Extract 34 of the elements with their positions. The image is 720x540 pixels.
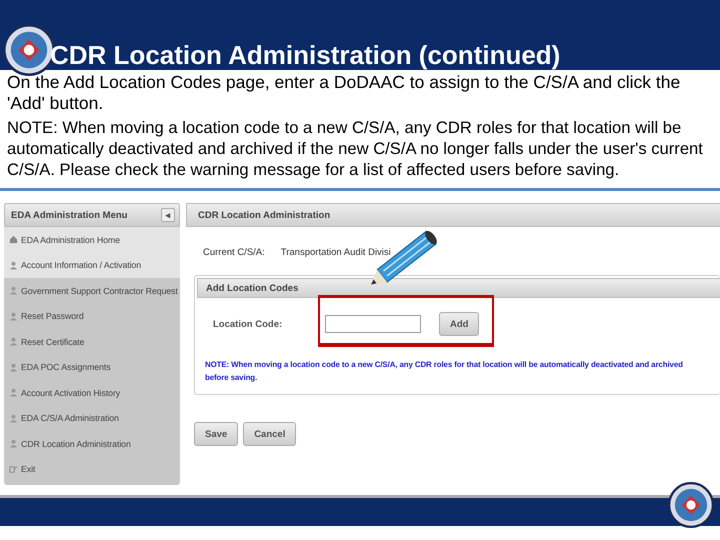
person-icon (9, 439, 18, 448)
field-label: Current C/S/A: (203, 247, 265, 260)
menu-item[interactable]: EDA C/S/A Administration (4, 406, 180, 431)
person-icon (9, 414, 18, 423)
person-icon (9, 337, 18, 346)
instruction-text: On the Add Location Codes page, enter a DoDAAC to assign to the C/S/A and click the 'Add' button. (7, 72, 682, 114)
location-code-field[interactable] (325, 315, 421, 333)
add-button[interactable]: Add (439, 312, 480, 336)
menu-item[interactable]: EDA Administration Home (4, 227, 180, 252)
instruction-text: NOTE: When moving a location code to a new C/S/A, any CDR roles for that location will be automatically deactivated and archived if the new C/S/A no longer falls under the user's current C/S/A. Please check the warning message for a list of affected users before saving. (7, 117, 704, 180)
menu-item[interactable]: Reset Certificate (4, 329, 180, 354)
person-icon (9, 286, 18, 296)
slide-title: CDR Location Administration (continued) (50, 40, 560, 70)
menu-item[interactable]: CDR Location Administration (4, 431, 180, 456)
menu-item[interactable]: EDA POC Assignments (4, 354, 180, 380)
menu-item[interactable]: Government Support Contractor Request (4, 278, 180, 304)
menu-item[interactable]: Account Information / Activation (4, 252, 180, 278)
panel-title: CDR Location Administration (186, 203, 720, 227)
section-title: Add Location Codes (197, 278, 720, 298)
person-icon (9, 260, 18, 270)
collapse-button[interactable]: ◂ (161, 208, 175, 222)
exit-icon (9, 464, 18, 474)
home-icon (9, 235, 18, 244)
menu-item[interactable]: Exit (4, 456, 180, 482)
person-icon (9, 312, 18, 321)
form-button[interactable]: Cancel (243, 422, 296, 446)
menu-title: EDA Administration Menu (11, 210, 128, 220)
menu-item[interactable]: Reset Password (4, 304, 180, 329)
person-icon (9, 362, 18, 372)
person-icon (9, 388, 18, 398)
menu-item[interactable]: Account Activation History (4, 380, 180, 406)
field-value: Transportation Audit Divisi (280, 247, 391, 260)
form-button[interactable]: Save (194, 422, 238, 446)
field-label: Location Code: (213, 318, 284, 330)
